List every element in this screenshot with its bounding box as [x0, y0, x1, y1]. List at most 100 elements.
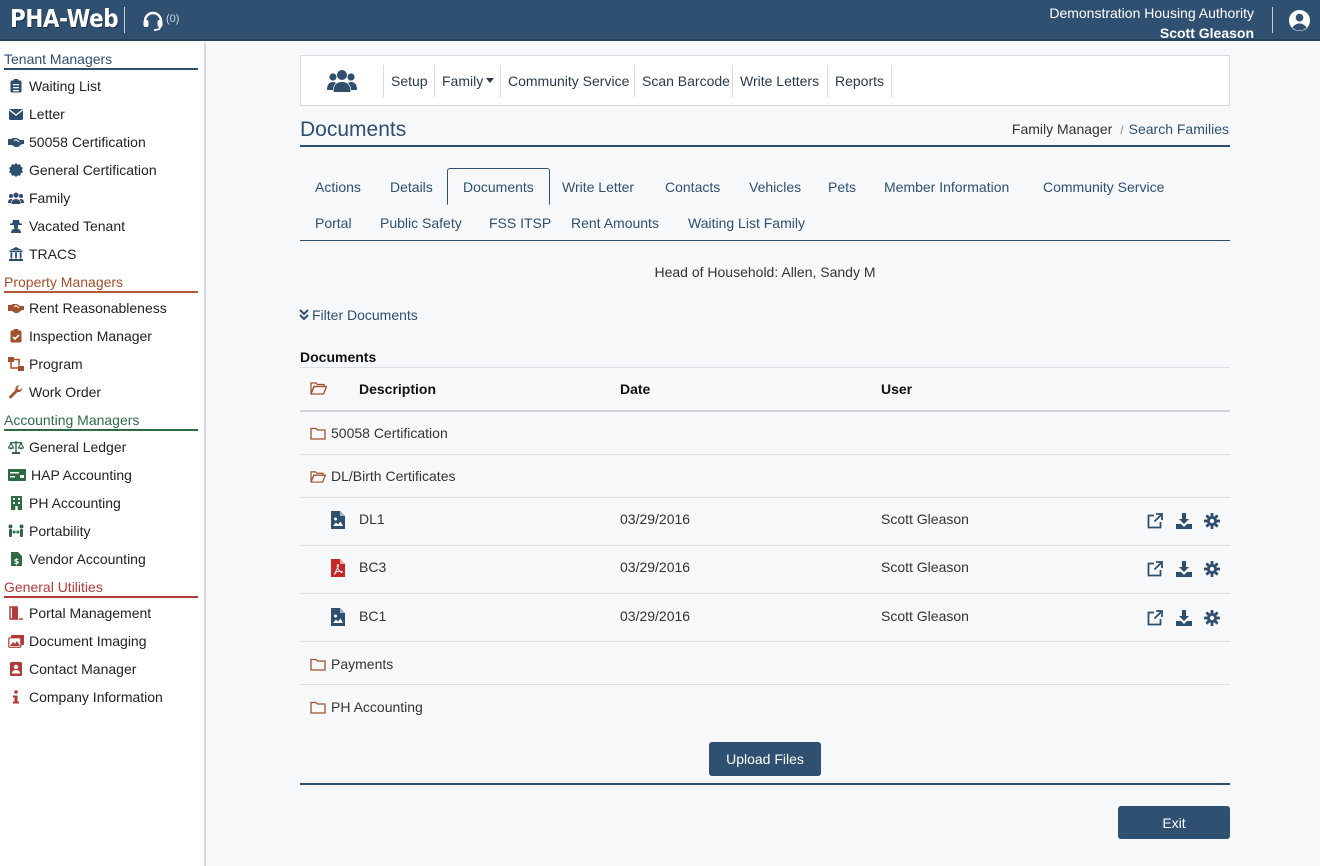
sidebar-item-document-imaging[interactable]: Document Imaging	[8, 630, 198, 652]
nav-setup[interactable]: Setup	[383, 65, 435, 97]
open-external-icon[interactable]	[1147, 513, 1163, 529]
file-image-icon[interactable]	[331, 608, 345, 626]
tab-details[interactable]: Details	[375, 169, 448, 205]
sidebar-section-general-utilities: General Utilities	[4, 579, 198, 598]
folder-name: Payments	[331, 656, 394, 672]
sidebar-item-letter[interactable]: Letter	[8, 103, 198, 125]
sidebar-item-contact-manager[interactable]: Contact Manager	[8, 658, 198, 680]
tab-portal[interactable]: Portal	[300, 205, 367, 241]
sidebar-item-ph-accounting[interactable]: PH Accounting	[8, 492, 198, 514]
document-date: 03/29/2016	[620, 511, 691, 527]
nav-scan-barcode[interactable]: Scan Barcode	[634, 65, 737, 97]
folder-icon	[310, 427, 326, 440]
folder-open-icon[interactable]	[310, 381, 327, 395]
download-icon[interactable]	[1176, 610, 1192, 626]
document-date: 03/29/2016	[620, 608, 691, 624]
document-name[interactable]: DL1	[359, 511, 385, 527]
headset-support-icon[interactable]	[141, 8, 165, 32]
breadcrumb-family-manager[interactable]: Family Manager	[1012, 121, 1112, 137]
folder-row[interactable]: 50058 Certification	[310, 425, 448, 441]
tab-actions[interactable]: Actions	[300, 169, 376, 205]
upload-files-button[interactable]: Upload Files	[709, 742, 821, 776]
tabs-divider	[300, 240, 1230, 241]
folder-row[interactable]: Payments	[310, 656, 393, 672]
handshake-icon	[8, 138, 24, 147]
gear-icon[interactable]	[1204, 513, 1220, 529]
gear-icon[interactable]	[1204, 561, 1220, 577]
gear-icon[interactable]	[1204, 610, 1220, 626]
sidebar-item-portability[interactable]: Portability	[8, 520, 198, 542]
tab-rent-amounts[interactable]: Rent Amounts	[556, 205, 674, 241]
sidebar-item-label: Waiting List	[29, 78, 101, 94]
sidebar-item-label: 50058 Certification	[29, 134, 146, 150]
users-icon[interactable]	[327, 68, 357, 94]
sidebar-item-general-certification[interactable]: General Certification	[8, 159, 198, 181]
sidebar-item-50058-certification[interactable]: 50058 Certification	[8, 131, 198, 153]
folder-row[interactable]: DL/Birth Certificates	[310, 468, 455, 484]
exit-button[interactable]: Exit	[1118, 806, 1230, 839]
documents-section-label: Documents	[300, 349, 377, 365]
row-divider	[300, 593, 1230, 594]
tab-fss-itsp[interactable]: FSS ITSP	[474, 205, 566, 241]
sidebar-item-rent-reasonableness[interactable]: Rent Reasonableness	[8, 297, 198, 319]
document-name[interactable]: BC3	[359, 559, 386, 575]
sidebar-item-inspection-manager[interactable]: Inspection Manager	[8, 325, 198, 347]
file-image-icon[interactable]	[331, 511, 345, 529]
sidebar-item-vendor-accounting[interactable]: $ Vendor Accounting	[8, 548, 198, 570]
tab-write-letter[interactable]: Write Letter	[547, 169, 649, 205]
sidebar-item-work-order[interactable]: Work Order	[8, 381, 198, 403]
sidebar-item-label: General Ledger	[29, 439, 127, 455]
nav-reports[interactable]: Reports	[827, 65, 893, 97]
tab-pets[interactable]: Pets	[813, 169, 871, 205]
nav-write-letters[interactable]: Write Letters	[732, 65, 826, 97]
folder-row[interactable]: PH Accounting	[310, 699, 423, 715]
sidebar-item-label: Document Imaging	[29, 633, 147, 649]
nav-family-dropdown[interactable]: Family	[434, 65, 501, 97]
info-icon	[13, 690, 19, 704]
sidebar-item-tracs[interactable]: TRACS	[8, 243, 198, 265]
sidebar-item-portal-management[interactable]: Portal Management	[8, 602, 198, 624]
filter-documents-label: Filter Documents	[312, 307, 418, 323]
user-account-icon[interactable]	[1288, 9, 1311, 32]
users-icon	[8, 192, 24, 204]
tab-member-information[interactable]: Member Information	[869, 169, 1024, 205]
filter-documents-toggle[interactable]: Filter Documents	[299, 307, 418, 323]
sidebar-item-label: Program	[29, 356, 83, 372]
nav-community-service[interactable]: Community Service	[500, 65, 636, 97]
tab-documents[interactable]: Documents	[447, 168, 550, 205]
tab-waiting-list-family[interactable]: Waiting List Family	[673, 205, 820, 241]
download-icon[interactable]	[1176, 561, 1192, 577]
sidebar-item-vacated-tenant[interactable]: Vacated Tenant	[8, 215, 198, 237]
caret-down-icon	[486, 77, 495, 83]
footer-divider	[300, 783, 1230, 785]
row-divider	[300, 641, 1230, 642]
tab-contacts[interactable]: Contacts	[650, 169, 735, 205]
column-header-description[interactable]: Description	[359, 381, 436, 397]
breadcrumb-search-families[interactable]: Search Families	[1129, 121, 1229, 137]
sidebar-item-label: PH Accounting	[29, 495, 121, 511]
sidebar-item-family[interactable]: Family	[8, 187, 198, 209]
file-pdf-icon[interactable]	[331, 559, 345, 577]
breadcrumb: Family Manager / Search Families	[1012, 121, 1229, 137]
sidebar-item-waiting-list[interactable]: Waiting List	[8, 75, 198, 97]
sidebar-item-general-ledger[interactable]: General Ledger	[8, 436, 198, 458]
folder-name: 50058 Certification	[331, 425, 448, 441]
document-name[interactable]: BC1	[359, 608, 386, 624]
sidebar-item-label: Letter	[29, 106, 65, 122]
tab-vehicles[interactable]: Vehicles	[734, 169, 816, 205]
app-logo[interactable]: PHA-Web	[10, 4, 119, 33]
sidebar-section-property-managers: Property Managers	[4, 274, 198, 293]
sidebar-item-label: Vacated Tenant	[29, 218, 126, 234]
sidebar-item-program[interactable]: Program	[8, 353, 198, 375]
folder-open-icon	[310, 470, 326, 483]
tab-public-safety[interactable]: Public Safety	[365, 205, 477, 241]
column-header-date[interactable]: Date	[620, 381, 650, 397]
sidebar-item-label: Contact Manager	[29, 661, 137, 677]
open-external-icon[interactable]	[1147, 561, 1163, 577]
download-icon[interactable]	[1176, 513, 1192, 529]
column-header-user[interactable]: User	[881, 381, 912, 397]
tab-community-service[interactable]: Community Service	[1028, 169, 1179, 205]
open-external-icon[interactable]	[1147, 610, 1163, 626]
sidebar-item-company-information[interactable]: Company Information	[8, 686, 198, 708]
sidebar-item-hap-accounting[interactable]: HAP Accounting	[8, 464, 198, 486]
